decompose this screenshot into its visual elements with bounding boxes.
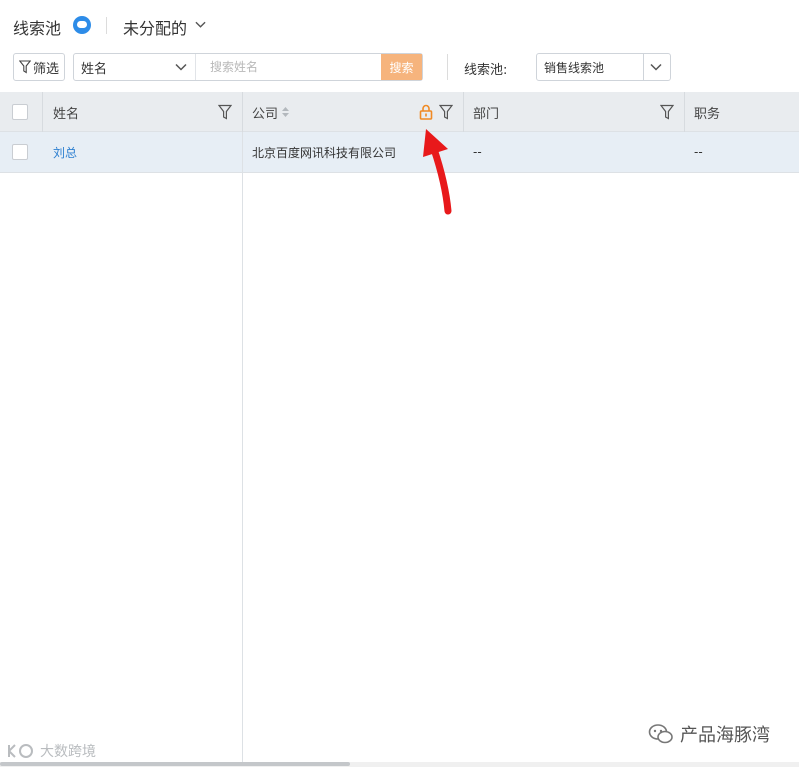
pool-select-split xyxy=(643,54,644,80)
leads-table: 姓名 公司 部门 职务 刘总 北京百度网讯科技有限公司 -- -- xyxy=(0,92,799,767)
chat-icon[interactable] xyxy=(73,16,91,34)
chevron-down-icon[interactable] xyxy=(195,19,206,30)
column-header-department[interactable]: 部门 xyxy=(473,92,499,132)
watermark-right-text: 产品海豚湾 xyxy=(680,725,770,746)
filter-button[interactable]: 筛选 xyxy=(13,53,65,81)
toolbar-divider xyxy=(447,54,448,80)
page-title: 线索池 xyxy=(13,19,62,38)
position-cell: -- xyxy=(694,145,703,159)
filter-icon[interactable] xyxy=(218,104,232,120)
column-divider xyxy=(242,92,243,132)
page-header: 线索池 未分配的 xyxy=(0,0,799,50)
brand-logo-icon xyxy=(8,744,33,758)
column-header-name[interactable]: 姓名 xyxy=(53,92,79,132)
filter-button-label: 筛选 xyxy=(32,61,59,77)
pool-label: 线索池: xyxy=(464,63,508,78)
chevron-down-icon xyxy=(650,63,662,71)
filter-icon[interactable] xyxy=(439,104,453,120)
row-checkbox[interactable] xyxy=(12,144,28,160)
company-cell: 北京百度网讯科技有限公司 xyxy=(252,145,397,160)
search-field-value: 姓名 xyxy=(81,61,108,77)
lock-icon[interactable] xyxy=(419,104,433,120)
watermark-left: 大数跨境 xyxy=(6,741,96,761)
department-cell: -- xyxy=(473,145,482,159)
view-selector[interactable]: 未分配的 xyxy=(123,15,187,39)
search-group: 姓名 搜索 xyxy=(73,53,423,81)
header-divider xyxy=(106,17,107,34)
column-divider xyxy=(684,92,685,132)
watermark-left-text: 大数跨境 xyxy=(40,744,96,760)
search-input[interactable] xyxy=(196,54,381,80)
column-divider xyxy=(242,132,243,767)
funnel-icon xyxy=(18,60,31,74)
search-button[interactable]: 搜索 xyxy=(381,54,422,80)
annotation-arrow-icon xyxy=(423,129,452,215)
pool-select[interactable]: 销售线索池 xyxy=(536,53,671,81)
table-row[interactable]: 刘总 北京百度网讯科技有限公司 -- -- xyxy=(0,132,799,173)
horizontal-scrollbar-thumb[interactable] xyxy=(0,762,350,766)
select-all-checkbox[interactable] xyxy=(12,104,28,120)
wechat-icon xyxy=(648,724,673,744)
search-field-select[interactable]: 姓名 xyxy=(74,54,196,80)
lead-name-link[interactable]: 刘总 xyxy=(53,132,77,172)
table-header: 姓名 公司 部门 职务 xyxy=(0,92,799,132)
column-header-position[interactable]: 职务 xyxy=(694,92,720,132)
chevron-down-icon xyxy=(175,63,187,71)
filter-icon[interactable] xyxy=(660,104,674,120)
sort-icon[interactable] xyxy=(281,106,290,118)
watermark-right: 产品海豚湾 xyxy=(648,721,770,747)
pool-select-value: 销售线索池 xyxy=(544,60,605,75)
column-divider xyxy=(42,92,43,132)
column-header-company[interactable]: 公司 xyxy=(252,92,278,132)
